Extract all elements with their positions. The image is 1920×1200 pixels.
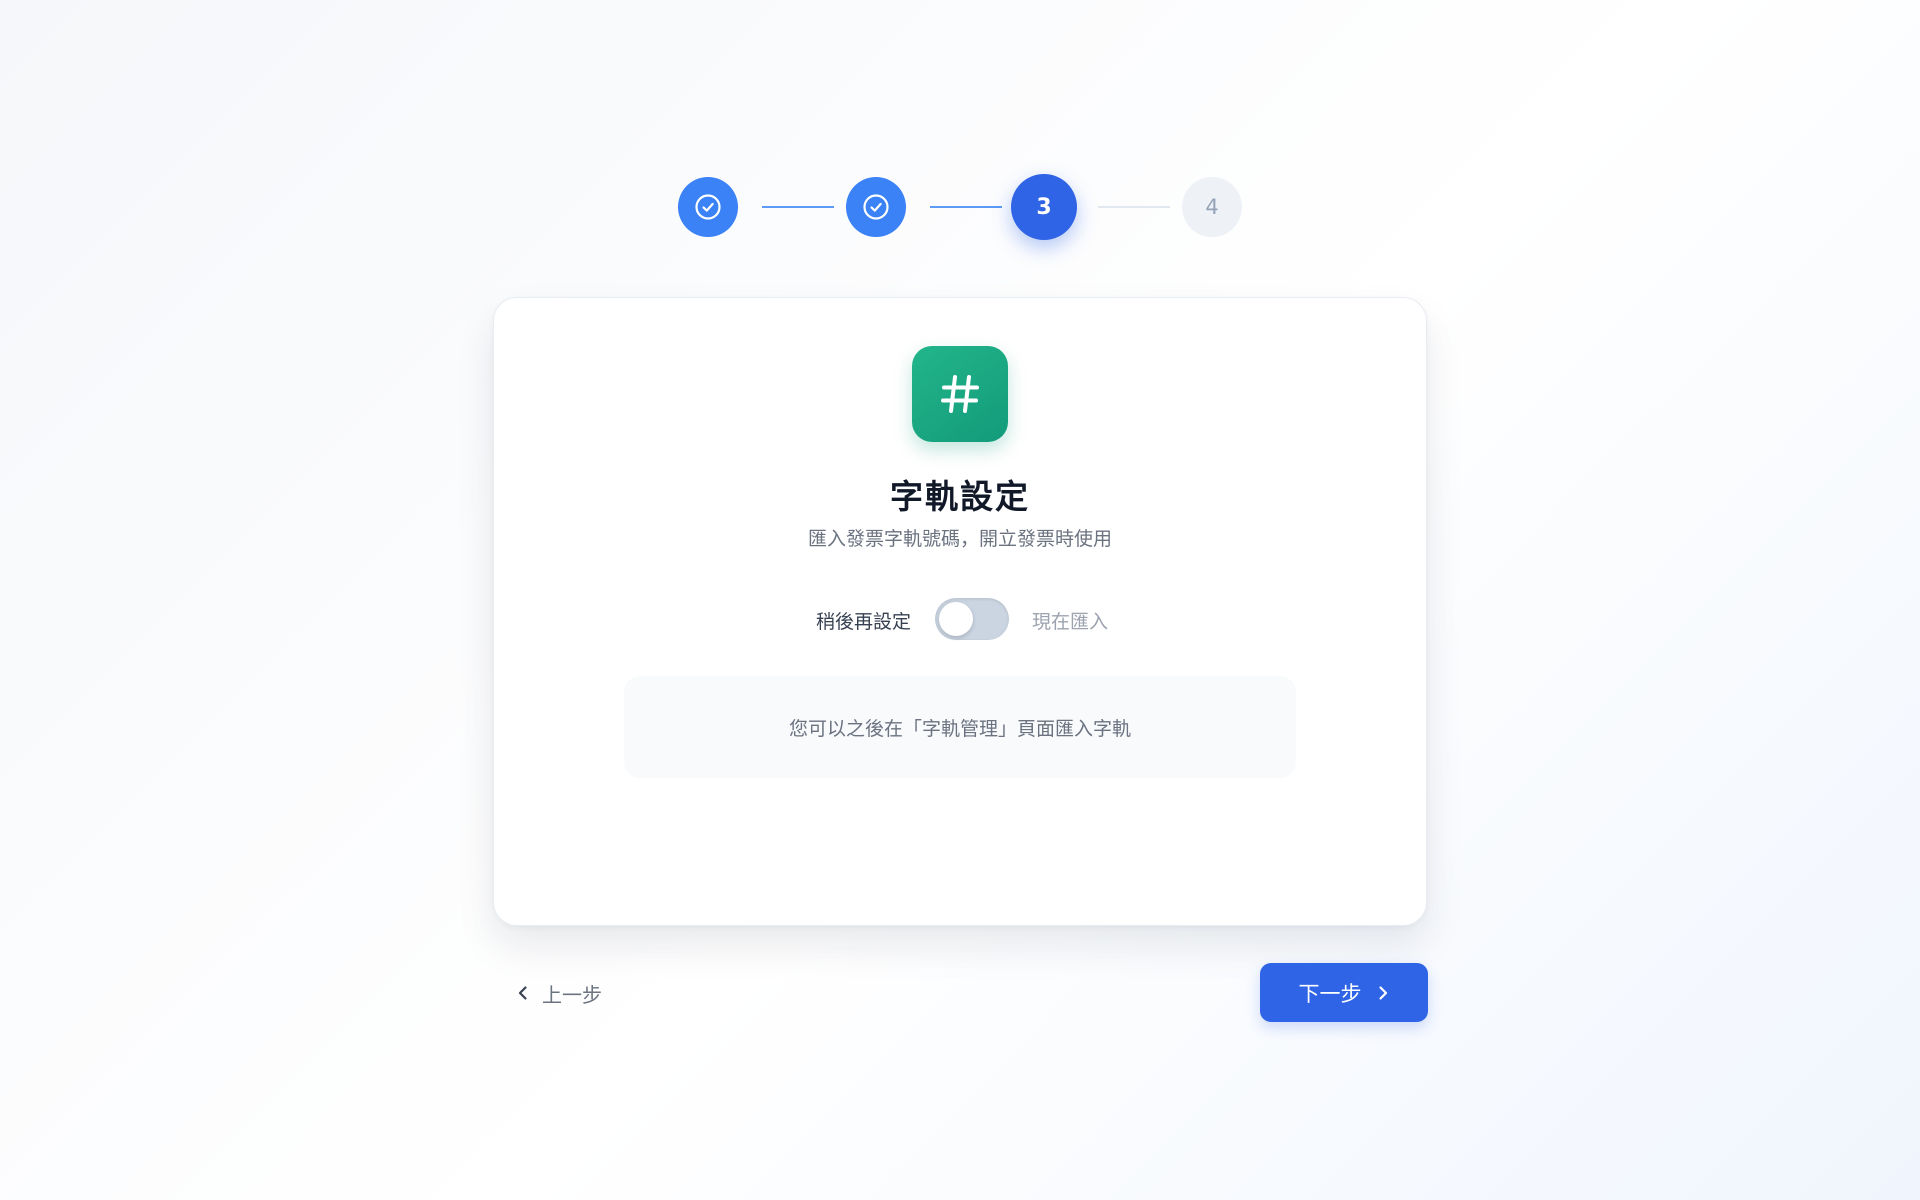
chevron-left-icon [516, 984, 530, 1002]
step-3-number: 3 [1036, 194, 1052, 220]
page-title: 字軌設定 [890, 477, 1030, 516]
chevron-right-icon [1376, 984, 1390, 1002]
import-toggle-row: 稍後再設定 現在匯入 [494, 598, 1426, 640]
toggle-label-import-now: 現在匯入 [1032, 611, 1109, 633]
step-connector-3 [1098, 206, 1170, 208]
step-connector-2 [930, 206, 1002, 208]
step-1-complete [678, 177, 738, 237]
info-message-box: 您可以之後在「字軌管理」頁面匯入字軌 [624, 676, 1296, 778]
import-now-toggle[interactable] [935, 598, 1009, 640]
next-button-label: 下一步 [1298, 981, 1362, 1006]
page-subtitle: 匯入發票字軌號碼，開立發票時使用 [807, 528, 1112, 550]
step-connector-1 [762, 206, 834, 208]
hash-icon [912, 346, 1008, 442]
back-button-label: 上一步 [542, 982, 602, 1007]
step-4-upcoming: 4 [1182, 177, 1242, 237]
info-message-text: 您可以之後在「字軌管理」頁面匯入字軌 [788, 717, 1131, 740]
next-button[interactable]: 下一步 [1260, 963, 1428, 1022]
step-3-current: 3 [1011, 174, 1077, 240]
setup-card: 字軌設定 匯入發票字軌號碼，開立發票時使用 稍後再設定 現在匯入 您可以之後在「… [493, 297, 1427, 926]
step-2-complete [846, 177, 906, 237]
check-circle-icon [862, 193, 890, 221]
check-circle-icon [694, 193, 722, 221]
back-button[interactable]: 上一步 [516, 972, 602, 1014]
toggle-knob [939, 602, 973, 636]
step-4-number: 4 [1205, 195, 1219, 219]
toggle-label-later: 稍後再設定 [815, 611, 911, 633]
